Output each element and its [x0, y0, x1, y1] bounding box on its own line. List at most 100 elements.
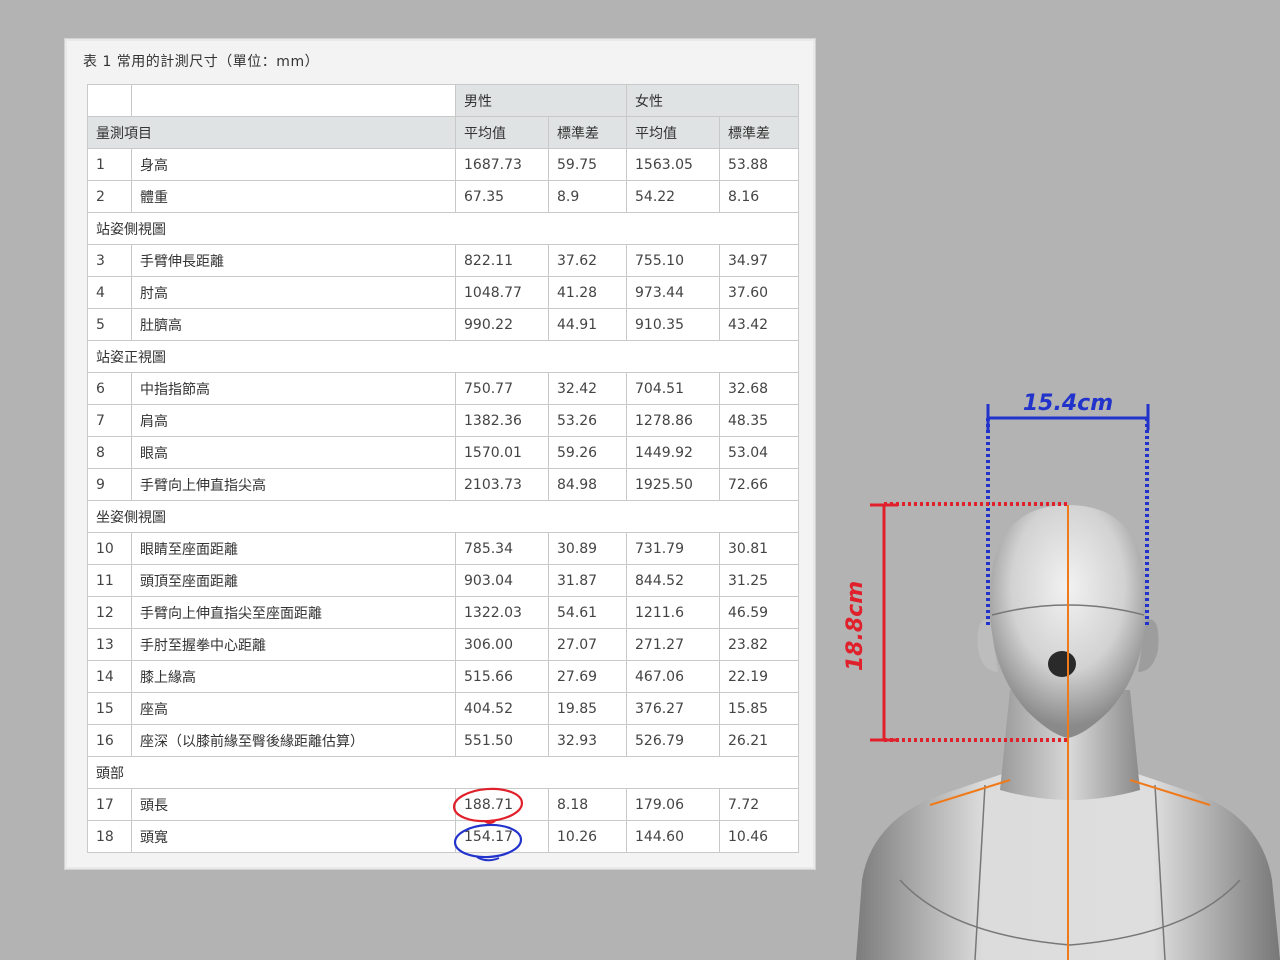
mouth [1048, 651, 1076, 677]
cell-f-sd: 23.82 [719, 628, 799, 661]
cell-name: 座高 [131, 692, 456, 725]
cell-f-avg: 1278.86 [626, 404, 720, 437]
cell-m-avg: 903.04 [455, 564, 549, 597]
cell-no: 14 [87, 660, 132, 693]
cell-m-sd: 27.69 [548, 660, 627, 693]
measurement-table: 男性 女性 量測項目 平均值 標準差 平均值 標準差 1 身高 1687.73 59.… [87, 84, 799, 853]
table-row: 6 中指指節高 750.77 32.42 704.51 32.68 [87, 372, 799, 405]
cell-no: 13 [87, 628, 132, 661]
cell-name: 肩高 [131, 404, 456, 437]
cell-name: 肘高 [131, 276, 456, 309]
cell-f-sd: 34.97 [719, 244, 799, 277]
cell-m-avg: 188.71 [455, 788, 549, 821]
cell-f-avg: 1925.50 [626, 468, 720, 501]
cell-m-sd: 32.93 [548, 724, 627, 757]
cell-m-sd: 44.91 [548, 308, 627, 341]
table-row: 1 身高 1687.73 59.75 1563.05 53.88 [87, 148, 799, 181]
section-row: 坐姿側視圖 [87, 500, 799, 533]
head-figure: 15.4cm 18.8cm [843, 391, 1280, 960]
header-item: 量測項目 [87, 116, 456, 149]
cell-f-avg: 1563.05 [626, 148, 720, 181]
cell-m-sd: 37.62 [548, 244, 627, 277]
cell-name: 中指指節高 [131, 372, 456, 405]
table-row: 2 體重 67.35 8.9 54.22 8.16 [87, 180, 799, 213]
header-male: 男性 [455, 84, 627, 117]
table-row: 12 手臂向上伸直指尖至座面距離 1322.03 54.61 1211.6 46.59 [87, 596, 799, 629]
cell-no: 9 [87, 468, 132, 501]
cell-f-sd: 31.25 [719, 564, 799, 597]
cell-m-sd: 10.26 [548, 820, 627, 853]
cell-f-avg: 704.51 [626, 372, 720, 405]
cell-m-avg: 990.22 [455, 308, 549, 341]
table-card: 表 1 常用的計測尺寸（單位：mm） 男性 女性 量測項目 平均值 標準差 平均… [64, 38, 816, 870]
cell-m-sd: 19.85 [548, 692, 627, 725]
cell-m-avg: 1570.01 [455, 436, 549, 469]
cell-m-sd: 8.9 [548, 180, 627, 213]
table-row: 5 肚臍高 990.22 44.91 910.35 43.42 [87, 308, 799, 341]
table-row: 9 手臂向上伸直指尖高 2103.73 84.98 1925.50 72.66 [87, 468, 799, 501]
cell-name: 手臂伸長距離 [131, 244, 456, 277]
section-row: 站姿側視圖 [87, 212, 799, 245]
cell-f-sd: 7.72 [719, 788, 799, 821]
section-label: 站姿側視圖 [87, 212, 799, 245]
cell-m-sd: 27.07 [548, 628, 627, 661]
cell-no: 12 [87, 596, 132, 629]
table-row: 8 眼高 1570.01 59.26 1449.92 53.04 [87, 436, 799, 469]
cell-no: 8 [87, 436, 132, 469]
cell-m-avg: 1382.36 [455, 404, 549, 437]
cell-f-sd: 46.59 [719, 596, 799, 629]
header-female: 女性 [626, 84, 799, 117]
table-row: 13 手肘至握拳中心距離 306.00 27.07 271.27 23.82 [87, 628, 799, 661]
table-body: 1 身高 1687.73 59.75 1563.05 53.88 2 體重 67.35 8.9 54… [87, 148, 799, 853]
cell-no: 3 [87, 244, 132, 277]
blue-circle-tail [476, 856, 500, 862]
cell-f-avg: 755.10 [626, 244, 720, 277]
cell-m-avg: 67.35 [455, 180, 549, 213]
cell-f-sd: 37.60 [719, 276, 799, 309]
header-female-avg: 平均值 [626, 116, 720, 149]
cell-f-avg: 1449.92 [626, 436, 720, 469]
cell-f-sd: 43.42 [719, 308, 799, 341]
cell-no: 2 [87, 180, 132, 213]
cell-m-sd: 41.28 [548, 276, 627, 309]
cell-m-avg: 306.00 [455, 628, 549, 661]
cell-m-sd: 53.26 [548, 404, 627, 437]
cell-m-avg: 1048.77 [455, 276, 549, 309]
cell-no: 17 [87, 788, 132, 821]
cell-m-sd: 32.42 [548, 372, 627, 405]
cell-no: 10 [87, 532, 132, 565]
cell-f-avg: 844.52 [626, 564, 720, 597]
table-row: 16 座深（以膝前緣至臀後緣距離估算） 551.50 32.93 526.79 26.21 [87, 724, 799, 757]
height-label: 18.8cm [843, 581, 868, 671]
cell-no: 18 [87, 820, 132, 853]
cell-f-sd: 30.81 [719, 532, 799, 565]
table-row: 7 肩高 1382.36 53.26 1278.86 48.35 [87, 404, 799, 437]
cell-m-avg: 404.52 [455, 692, 549, 725]
cell-m-sd: 8.18 [548, 788, 627, 821]
header-female-sd: 標準差 [719, 116, 799, 149]
cell-f-avg: 526.79 [626, 724, 720, 757]
cell-m-avg: 154.17 [455, 820, 549, 853]
cell-name: 眼睛至座面距離 [131, 532, 456, 565]
cell-m-sd: 31.87 [548, 564, 627, 597]
cell-f-avg: 271.27 [626, 628, 720, 661]
header-male-avg: 平均值 [455, 116, 549, 149]
cell-m-avg: 1322.03 [455, 596, 549, 629]
cell-name: 身高 [131, 148, 456, 181]
cell-name: 手臂向上伸直指尖高 [131, 468, 456, 501]
table-row: 18 頭寬 154.17 10.26 144.60 10.46 [87, 820, 799, 853]
cell-no: 11 [87, 564, 132, 597]
table-row: 17 頭長 188.71 8.18 179.06 7.72 [87, 788, 799, 821]
cell-f-sd: 53.88 [719, 148, 799, 181]
cell-f-avg: 179.06 [626, 788, 720, 821]
cell-f-sd: 15.85 [719, 692, 799, 725]
cell-f-avg: 54.22 [626, 180, 720, 213]
section-label: 坐姿側視圖 [87, 500, 799, 533]
cell-m-avg: 515.66 [455, 660, 549, 693]
table-caption: 表 1 常用的計測尺寸（單位：mm） [83, 54, 320, 70]
cell-no: 5 [87, 308, 132, 341]
cell-f-sd: 10.46 [719, 820, 799, 853]
cell-name: 體重 [131, 180, 456, 213]
table-row: 14 膝上緣高 515.66 27.69 467.06 22.19 [87, 660, 799, 693]
cell-m-avg: 822.11 [455, 244, 549, 277]
